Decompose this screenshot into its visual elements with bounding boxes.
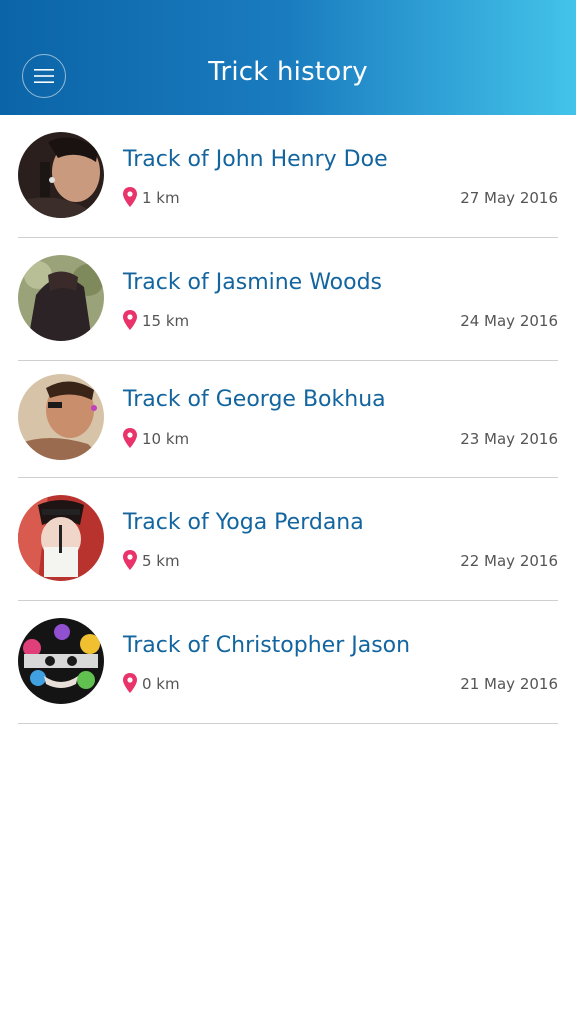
track-distance: 5 km [142, 552, 180, 570]
location-pin-icon [123, 310, 137, 330]
track-name: Track of John Henry Doe [123, 147, 388, 172]
track-date: 24 May 2016 [460, 312, 558, 330]
track-list-item[interactable]: Track of George Bokhua 10 km 23 May 2016 [18, 361, 558, 478]
location-pin-icon [123, 428, 137, 448]
track-distance: 1 km [142, 189, 180, 207]
track-name: Track of Jasmine Woods [123, 270, 383, 295]
location-pin-icon [123, 673, 137, 693]
track-date: 27 May 2016 [460, 189, 558, 207]
avatar [18, 495, 104, 581]
track-list-item[interactable]: Track of John Henry Doe 1 km 27 May 2016 [18, 115, 558, 238]
track-date: 22 May 2016 [460, 552, 558, 570]
track-list-item[interactable]: Track of Jasmine Woods 15 km 24 May 2016 [18, 238, 558, 361]
track-list-item[interactable]: Track of Christopher Jason 0 km 21 May 2… [18, 601, 558, 724]
track-list-item[interactable]: Track of Yoga Perdana 5 km 22 May 2016 [18, 478, 558, 601]
avatar [18, 255, 104, 341]
page-title: Trick history [208, 57, 368, 87]
app-header: Trick history [0, 0, 576, 115]
track-distance: 10 km [142, 430, 190, 448]
track-name: Track of Yoga Perdana [123, 510, 364, 535]
avatar [18, 132, 104, 218]
track-distance: 0 km [142, 675, 180, 693]
track-distance: 15 km [142, 312, 190, 330]
location-pin-icon [123, 187, 137, 207]
track-name: Track of Christopher Jason [123, 633, 411, 658]
location-pin-icon [123, 550, 137, 570]
track-list: Track of John Henry Doe 1 km 27 May 2016… [18, 115, 558, 724]
track-date: 21 May 2016 [460, 675, 558, 693]
avatar [18, 618, 104, 704]
track-name: Track of George Bokhua [123, 387, 386, 412]
track-date: 23 May 2016 [460, 430, 558, 448]
avatar [18, 374, 104, 460]
